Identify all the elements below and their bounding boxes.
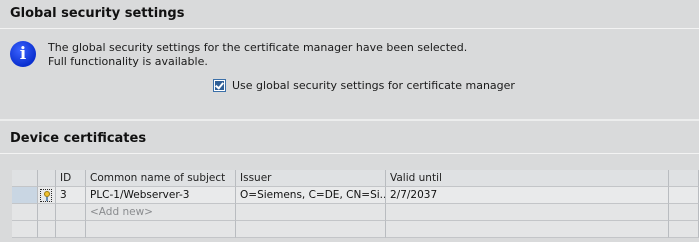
table-row-empty (12, 221, 699, 238)
info-message-line1: The global security settings for the cer… (48, 41, 468, 54)
header-filler (669, 170, 699, 187)
cell-common-name[interactable]: PLC-1/Webserver-3 (86, 187, 236, 204)
add-new-cell[interactable]: <Add new> (86, 204, 236, 221)
row-selector[interactable] (12, 221, 38, 238)
row-icon-cell (38, 204, 56, 221)
row-icon-cell[interactable] (38, 187, 56, 204)
cell-id[interactable]: 3 (56, 187, 86, 204)
header-select-column[interactable] (12, 170, 38, 187)
cell-issuer (236, 221, 386, 238)
row-selector[interactable] (12, 204, 38, 221)
cell-filler (669, 221, 699, 238)
global-security-title: Global security settings (10, 6, 185, 21)
certificate-icon (40, 189, 52, 202)
use-global-settings-label[interactable]: Use global security settings for certifi… (232, 79, 515, 92)
row-selector[interactable] (12, 187, 38, 204)
info-icon: i (10, 41, 36, 67)
cell-valid-until[interactable]: 2/7/2037 (386, 187, 669, 204)
cell-valid-until (386, 204, 669, 221)
cell-valid-until (386, 221, 669, 238)
cell-issuer[interactable]: O=Siemens, C=DE, CN=Si... (236, 187, 386, 204)
header-valid-until[interactable]: Valid until (386, 170, 669, 187)
use-global-settings-row[interactable]: Use global security settings for certifi… (213, 77, 515, 93)
use-global-settings-checkbox[interactable] (213, 78, 226, 92)
cell-issuer (236, 204, 386, 221)
title-divider (0, 153, 699, 154)
table-header-row: ID Common name of subject Issuer Valid u… (12, 170, 699, 187)
checkmark-icon (215, 80, 224, 90)
cell-filler (669, 204, 699, 221)
device-certificates-title: Device certificates (10, 131, 147, 146)
row-icon-cell (38, 221, 56, 238)
table-row-add-new[interactable]: <Add new> (12, 204, 699, 221)
header-common-name[interactable]: Common name of subject (86, 170, 236, 187)
header-issuer[interactable]: Issuer (236, 170, 386, 187)
device-certificates-section: Device certificates ID Common name of su… (0, 121, 699, 242)
info-message-line2: Full functionality is available. (48, 55, 208, 68)
header-id[interactable]: ID (56, 170, 86, 187)
cell-id (56, 221, 86, 238)
cell-id (56, 204, 86, 221)
global-security-section: Global security settings i The global se… (0, 0, 699, 121)
header-icon-column[interactable] (38, 170, 56, 187)
cell-common-name (86, 221, 236, 238)
table-row[interactable]: 3 PLC-1/Webserver-3 O=Siemens, C=DE, CN=… (12, 187, 699, 204)
title-divider (0, 28, 699, 29)
cell-filler (669, 187, 699, 204)
